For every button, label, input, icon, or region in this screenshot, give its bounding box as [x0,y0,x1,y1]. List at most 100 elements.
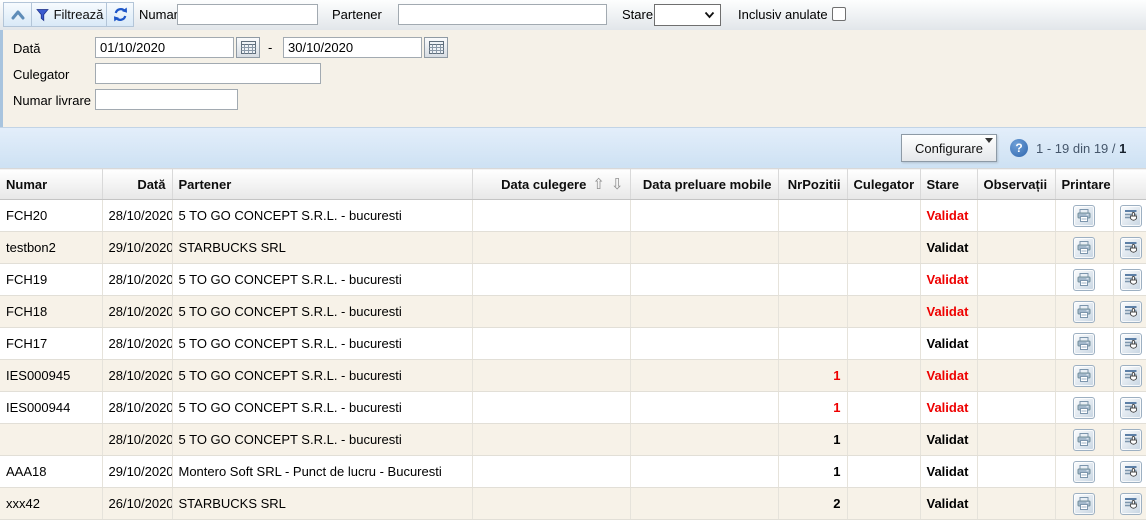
nr-pozitii-value: 1 [833,464,840,479]
details-hand-icon [1123,208,1139,224]
cell-actions [1113,328,1146,360]
table-header-row: NumarDată Partener Data culegere ⇧ ⇩ Data pre… [0,169,1146,200]
column-header-actions[interactable] [1113,169,1146,200]
print-button[interactable] [1073,301,1095,323]
print-button[interactable] [1073,365,1095,387]
column-header-data[interactable]: Dată [102,169,172,200]
details-button[interactable] [1120,237,1142,259]
culegator-input[interactable] [95,63,321,84]
cell-actions [1113,264,1146,296]
cell-observatii [977,360,1055,392]
table-row[interactable]: 28/10/20205 TO GO CONCEPT S.R.L. - bucur… [0,424,1146,456]
column-label: NrPozitii [788,177,841,192]
calendar-to-button[interactable] [424,37,448,58]
table-row[interactable]: FCH1928/10/20205 TO GO CONCEPT S.R.L. - … [0,264,1146,296]
cell-stare: Validat [920,456,977,488]
sort-descending-icon[interactable]: ⇩ [611,175,624,193]
cell-culegator [847,424,920,456]
cell-nrpozitii [778,232,847,264]
cell-data_culegere [472,296,630,328]
column-header-partener[interactable]: Partener [172,169,472,200]
printer-icon [1076,432,1092,448]
filter-button[interactable]: Filtrează [31,2,107,27]
numar-input[interactable] [177,4,318,25]
status-badge: Validat [927,336,969,351]
configurare-button[interactable]: Configurare [901,134,997,162]
inclusiv-anulate-checkbox[interactable] [832,7,846,21]
column-header-data_culegere[interactable]: Data culegere ⇧ ⇩ [472,169,630,200]
column-header-numar[interactable]: Numar [0,169,102,200]
cell-nrpozitii: 1 [778,392,847,424]
print-button[interactable] [1073,461,1095,483]
help-icon[interactable]: ? [1010,139,1028,157]
column-header-stare[interactable]: Stare [920,169,977,200]
sort-ascending-icon[interactable]: ⇧ [592,175,605,193]
table-row[interactable]: testbon229/10/2020STARBUCKS SRLValidat [0,232,1146,264]
column-header-culegator[interactable]: Culegator [847,169,920,200]
cell-stare: Validat [920,360,977,392]
details-button[interactable] [1120,205,1142,227]
inclusiv-anulate-label: Inclusiv anulate [738,7,828,22]
column-header-data_preluare_mobile[interactable]: Data preluare mobile [630,169,778,200]
partener-input[interactable] [398,4,607,25]
stare-select[interactable] [654,4,721,26]
cell-numar: IES000944 [0,392,102,424]
cell-partener: 5 TO GO CONCEPT S.R.L. - bucuresti [172,296,472,328]
column-header-printare[interactable]: Printare [1055,169,1113,200]
cell-numar: FCH19 [0,264,102,296]
column-label: Data culegere [501,177,586,192]
column-label: Partener [179,177,232,192]
print-button[interactable] [1073,429,1095,451]
configurare-caret-icon [985,138,993,143]
details-hand-icon [1123,304,1139,320]
collapse-panel-button[interactable] [3,2,32,27]
data-to-input[interactable] [283,37,422,58]
nr-pozitii-value: 1 [833,400,840,415]
print-button[interactable] [1073,493,1095,515]
refresh-button[interactable] [106,2,134,27]
pagination-current-page: 1 [1119,141,1126,156]
calendar-icon [241,41,256,54]
details-button[interactable] [1120,397,1142,419]
table-row[interactable]: xxx4226/10/2020STARBUCKS SRL2Validat [0,488,1146,520]
details-hand-icon [1123,464,1139,480]
table-row[interactable]: AAA1829/10/2020Montero Soft SRL - Punct … [0,456,1146,488]
column-header-observatii[interactable]: Observații [977,169,1055,200]
cell-observatii [977,424,1055,456]
details-button[interactable] [1120,493,1142,515]
print-button[interactable] [1073,205,1095,227]
print-button[interactable] [1073,237,1095,259]
cell-culegator [847,232,920,264]
status-badge: Validat [927,496,969,511]
table-row[interactable]: FCH1828/10/20205 TO GO CONCEPT S.R.L. - … [0,296,1146,328]
details-button[interactable] [1120,365,1142,387]
cell-data_culegere [472,488,630,520]
print-button[interactable] [1073,333,1095,355]
table-row[interactable]: FCH2028/10/20205 TO GO CONCEPT S.R.L. - … [0,200,1146,232]
cell-nrpozitii [778,200,847,232]
status-badge: Validat [927,272,969,287]
details-button[interactable] [1120,333,1142,355]
details-hand-icon [1123,400,1139,416]
cell-printare [1055,328,1113,360]
details-button[interactable] [1120,301,1142,323]
cell-culegator [847,328,920,360]
column-label: Observații [984,177,1048,192]
table-row[interactable]: IES00094528/10/20205 TO GO CONCEPT S.R.L… [0,360,1146,392]
details-button[interactable] [1120,269,1142,291]
cell-culegator [847,392,920,424]
cell-partener: 5 TO GO CONCEPT S.R.L. - bucuresti [172,424,472,456]
cell-data: 28/10/2020 [102,360,172,392]
column-header-nrpozitii[interactable]: NrPozitii [778,169,847,200]
calendar-from-button[interactable] [236,37,260,58]
numar-livrare-input[interactable] [95,89,238,110]
details-button[interactable] [1120,429,1142,451]
data-from-input[interactable] [95,37,234,58]
print-button[interactable] [1073,269,1095,291]
table-row[interactable]: FCH1728/10/20205 TO GO CONCEPT S.R.L. - … [0,328,1146,360]
cell-data_culegere [472,456,630,488]
print-button[interactable] [1073,397,1095,419]
details-button[interactable] [1120,461,1142,483]
cell-printare [1055,424,1113,456]
table-row[interactable]: IES00094428/10/20205 TO GO CONCEPT S.R.L… [0,392,1146,424]
